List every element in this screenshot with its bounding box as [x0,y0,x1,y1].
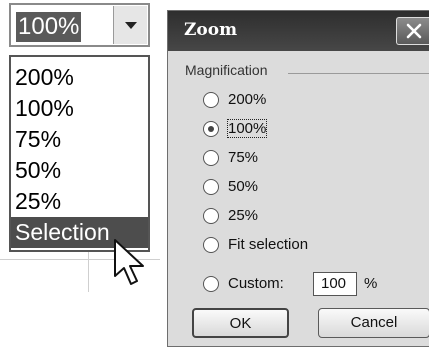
percent-sign: % [364,275,378,292]
ok-button[interactable]: OK [192,308,289,338]
mouse-pointer-icon [114,239,144,285]
radio-50[interactable]: 50% [203,177,283,199]
radio-200[interactable]: 200% [203,90,283,112]
chevron-down-icon [125,22,137,29]
radio-button[interactable] [203,92,219,108]
radio-fit-selection[interactable]: Fit selection [203,235,333,257]
radio-button[interactable] [203,179,219,195]
close-button[interactable] [396,17,429,45]
radio-button-checked[interactable] [203,121,219,137]
dropdown-item-25[interactable]: 25% [11,186,148,217]
radio-label-fit-selection: Fit selection [228,236,309,253]
radio-label-25: 25% [228,207,259,224]
custom-zoom-input[interactable]: 100 [313,272,357,296]
dialog-titlebar[interactable]: Zoom [168,11,429,51]
radio-label-custom: Custom: [228,275,284,292]
close-icon [406,23,422,39]
dropdown-item-100[interactable]: 100% [11,93,148,124]
radio-button[interactable] [203,237,219,253]
radio-button[interactable] [203,150,219,166]
radio-custom[interactable]: Custom: [203,274,303,296]
radio-label-100: 100% [226,119,268,138]
zoom-dialog: Zoom Magnification 200% 100% 75% 50% 25%… [167,10,429,347]
radio-label-75: 75% [228,149,259,166]
radio-button[interactable] [203,276,219,292]
radio-75[interactable]: 75% [203,148,283,170]
zoom-combo-field[interactable]: 100% [13,8,113,42]
radio-100[interactable]: 100% [203,119,283,141]
zoom-combo-value: 100% [16,12,82,42]
magnification-group-label: Magnification [185,62,274,78]
cancel-button[interactable]: Cancel [318,308,429,338]
dropdown-item-200[interactable]: 200% [11,62,148,93]
radio-label-50: 50% [228,178,259,195]
group-divider [288,73,429,74]
zoom-dropdown-button[interactable] [113,6,147,44]
dropdown-item-75[interactable]: 75% [11,124,148,155]
radio-label-200: 200% [228,91,267,108]
dropdown-item-50[interactable]: 50% [11,155,148,186]
radio-25[interactable]: 25% [203,206,283,228]
dialog-title: Zoom [184,20,238,40]
zoom-combo-box[interactable]: 100% [9,3,150,47]
zoom-dropdown-list: 200% 100% 75% 50% 25% Selection [9,55,150,252]
radio-button[interactable] [203,208,219,224]
